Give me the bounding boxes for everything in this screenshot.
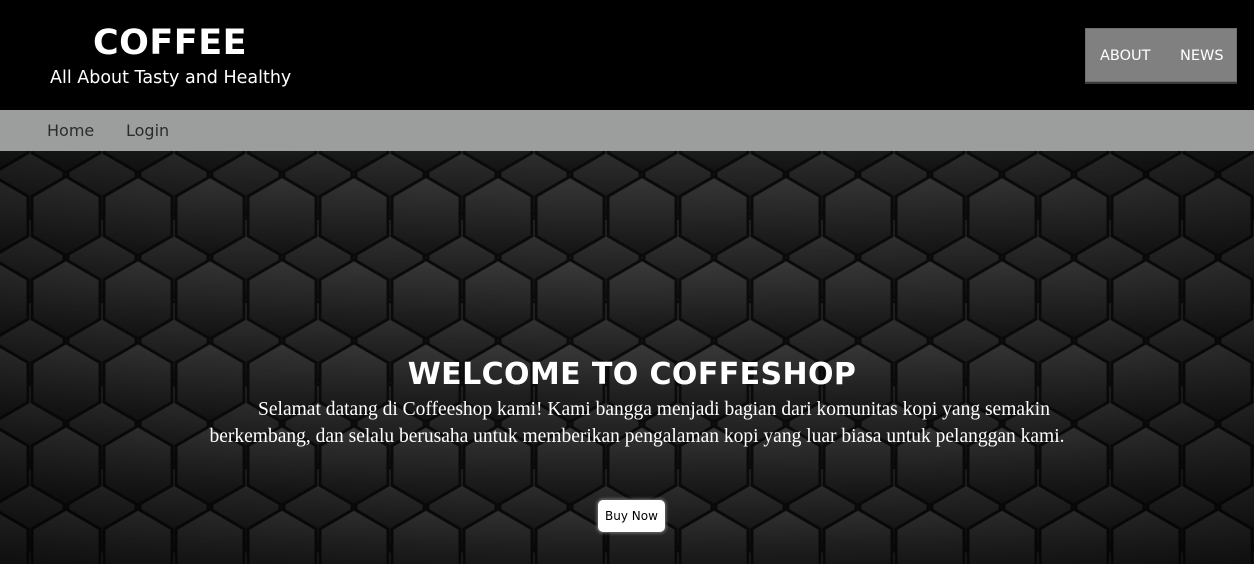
brand-title: COFFEE (92, 23, 248, 63)
brand-tagline: All About Tasty and Healthy (50, 68, 292, 88)
hero-section: WELCOME TO COFFESHOP Selamat datang di C… (0, 151, 1254, 564)
top-links-box: ABOUT NEWS (1085, 28, 1237, 82)
hero-description: Selamat datang di Coffeeshop kami! Kami … (209, 399, 1065, 447)
nav-item-home[interactable]: Home (47, 110, 94, 151)
main-nav: Home Login (0, 110, 1254, 151)
brand: COFFEE All About Tasty and Healthy (50, 22, 292, 91)
nav-item-login[interactable]: Login (126, 110, 169, 151)
about-link[interactable]: ABOUT (1100, 29, 1151, 83)
site-header: COFFEE All About Tasty and Healthy ABOUT… (0, 0, 1254, 110)
buy-now-button[interactable]: Buy Now (597, 499, 666, 533)
news-link[interactable]: NEWS (1180, 29, 1224, 83)
hero-title: WELCOME TO COFFESHOP (407, 357, 857, 392)
